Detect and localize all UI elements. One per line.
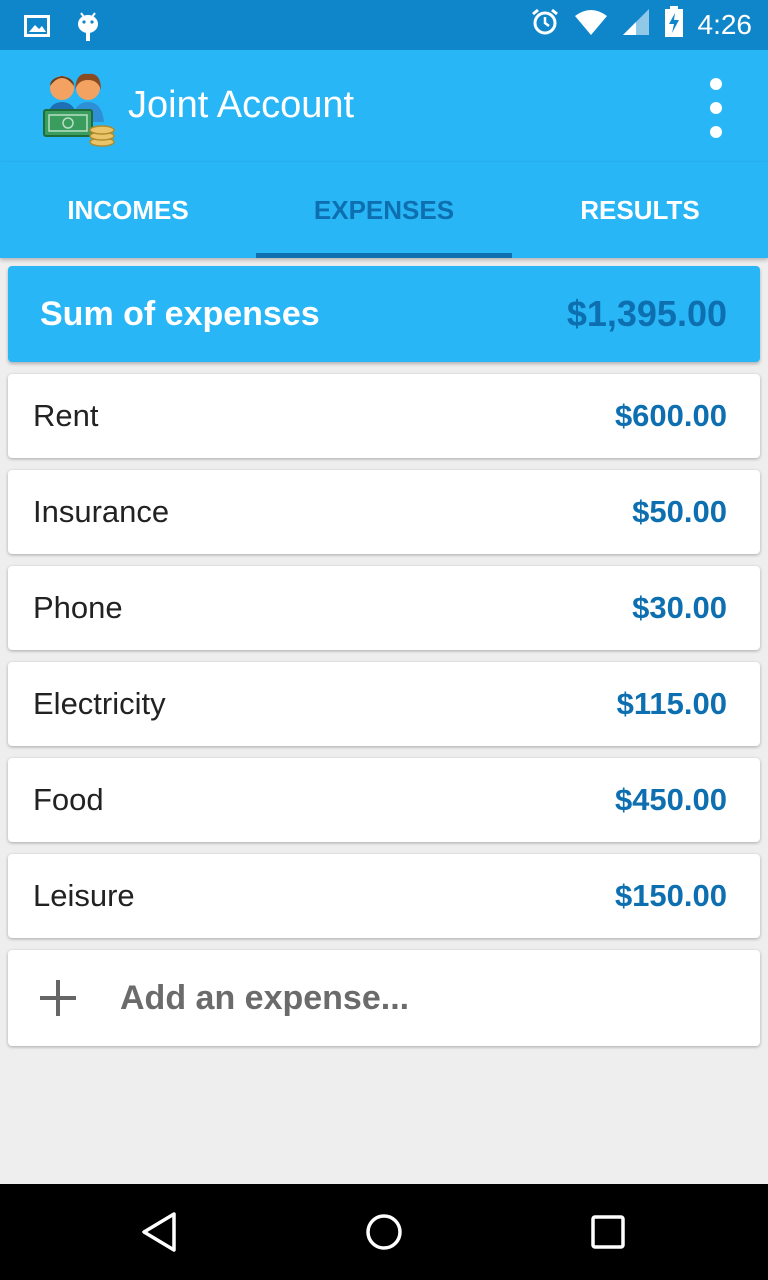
sum-value: $1,395.00 (566, 293, 727, 334)
back-icon[interactable] (136, 1208, 184, 1256)
android-debug-icon (76, 10, 100, 47)
expense-amount: $450.00 (614, 782, 727, 817)
expenses-list: Sum of expenses $1,395.00 Rent $600.00 I… (8, 266, 760, 1046)
expense-name: Electricity (33, 686, 166, 721)
sum-card: Sum of expenses $1,395.00 (8, 266, 760, 362)
expense-item-electricity[interactable]: Electricity $115.00 (8, 662, 760, 746)
image-icon (24, 15, 50, 42)
tab-expenses[interactable]: EXPENSES (256, 162, 512, 258)
add-expense-label: Add an expense... (120, 978, 410, 1017)
expense-name: Leisure (33, 878, 135, 913)
status-bar: 4:26 (0, 0, 768, 50)
expense-item-phone[interactable]: Phone $30.00 (8, 566, 760, 650)
expense-amount: $600.00 (614, 398, 727, 433)
menu-dot (710, 102, 722, 114)
alarm-icon (530, 7, 560, 42)
app-title: Joint Account (128, 84, 355, 126)
expense-amount: $115.00 (616, 686, 727, 721)
expense-name: Rent (33, 398, 99, 433)
cellular-signal-icon (622, 8, 650, 41)
status-time: 4:26 (697, 8, 753, 40)
expense-amount: $30.00 (632, 590, 727, 625)
expense-name: Food (33, 782, 104, 817)
add-expense-button[interactable]: Add an expense... (8, 950, 760, 1046)
expense-amount: $50.00 (632, 494, 727, 529)
tab-incomes[interactable]: INCOMES (0, 162, 256, 258)
overflow-menu-icon[interactable] (704, 78, 728, 138)
recents-icon[interactable] (584, 1208, 632, 1256)
wifi-icon (574, 8, 608, 41)
plus-icon (38, 978, 78, 1018)
couple-money-icon (40, 68, 120, 148)
expense-name: Insurance (33, 494, 170, 529)
expense-item-leisure[interactable]: Leisure $150.00 (8, 854, 760, 938)
sum-label: Sum of expenses (40, 294, 320, 333)
menu-dot (710, 126, 722, 138)
expense-amount: $150.00 (614, 878, 727, 913)
tab-bar: INCOMES EXPENSES RESULTS (0, 162, 768, 258)
expense-item-insurance[interactable]: Insurance $50.00 (8, 470, 760, 554)
expense-name: Phone (33, 590, 123, 625)
menu-dot (710, 78, 722, 90)
battery-charging-icon (664, 6, 684, 43)
expense-item-rent[interactable]: Rent $600.00 (8, 374, 760, 458)
app-bar: Joint Account (0, 50, 768, 162)
home-icon[interactable] (360, 1208, 408, 1256)
navigation-bar (0, 1184, 768, 1280)
tab-results[interactable]: RESULTS (512, 162, 768, 258)
expense-item-food[interactable]: Food $450.00 (8, 758, 760, 842)
